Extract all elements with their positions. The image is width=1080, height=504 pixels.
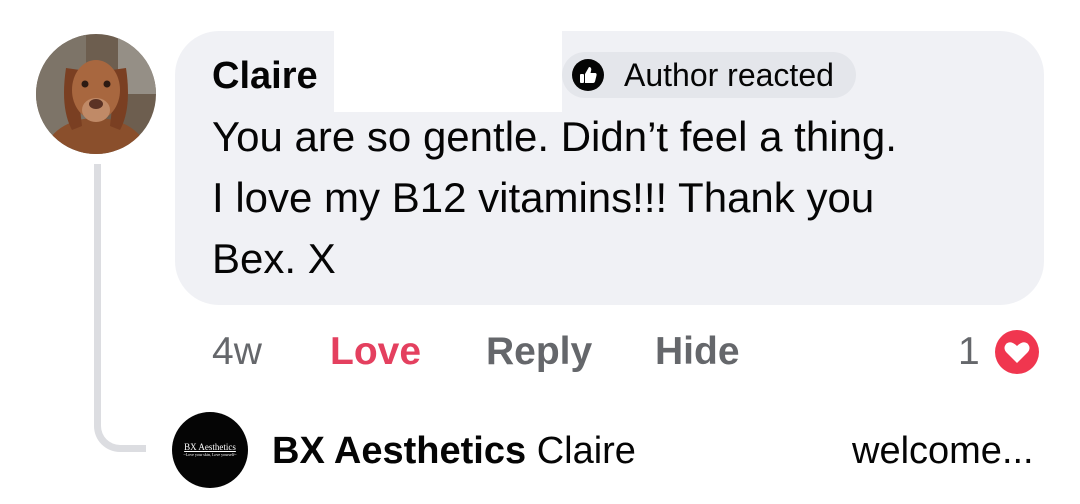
commenter-avatar[interactable] bbox=[36, 34, 156, 154]
comment-timestamp[interactable]: 4w bbox=[212, 328, 262, 376]
reply-mention[interactable]: Claire bbox=[537, 430, 636, 472]
redaction-block bbox=[648, 402, 852, 504]
bx-logo-tagline: ~Love your skin, Love yourself~ bbox=[183, 452, 237, 457]
reply-button[interactable]: Reply bbox=[486, 328, 592, 376]
author-reacted-label: Author reacted bbox=[624, 56, 834, 93]
redaction-block bbox=[334, 0, 562, 112]
reply-thread-connector bbox=[94, 164, 146, 452]
comment-line: I love my B12 vitamins!!! Thank you bbox=[212, 174, 875, 221]
comment-body: You are so gentle. Didn’t feel a thing. … bbox=[212, 106, 1012, 289]
thumbs-up-icon bbox=[572, 59, 604, 91]
reply-preview-line[interactable]: BX Aesthetics Claire bbox=[272, 428, 636, 474]
hide-button[interactable]: Hide bbox=[655, 328, 740, 376]
comment-thread: Claire Author reacted You are so gentle.… bbox=[0, 0, 1080, 504]
bx-logo-text: BX Aesthetics bbox=[184, 442, 236, 452]
comment-line: Bex. X bbox=[212, 235, 336, 282]
reply-preview-text[interactable]: welcome... bbox=[852, 428, 1034, 474]
heart-icon[interactable] bbox=[990, 325, 1044, 379]
author-reacted-badge: Author reacted bbox=[562, 52, 856, 98]
dog-photo bbox=[36, 34, 156, 154]
comment-author-name[interactable]: Claire bbox=[212, 54, 318, 98]
comment-line: You are so gentle. Didn’t feel a thing. bbox=[212, 113, 897, 160]
love-button[interactable]: Love bbox=[330, 328, 421, 376]
reply-author-avatar[interactable]: BX Aesthetics ~Love your skin, Love your… bbox=[172, 412, 248, 488]
reaction-count[interactable]: 1 bbox=[958, 328, 980, 376]
reply-author-name[interactable]: BX Aesthetics bbox=[272, 430, 526, 472]
